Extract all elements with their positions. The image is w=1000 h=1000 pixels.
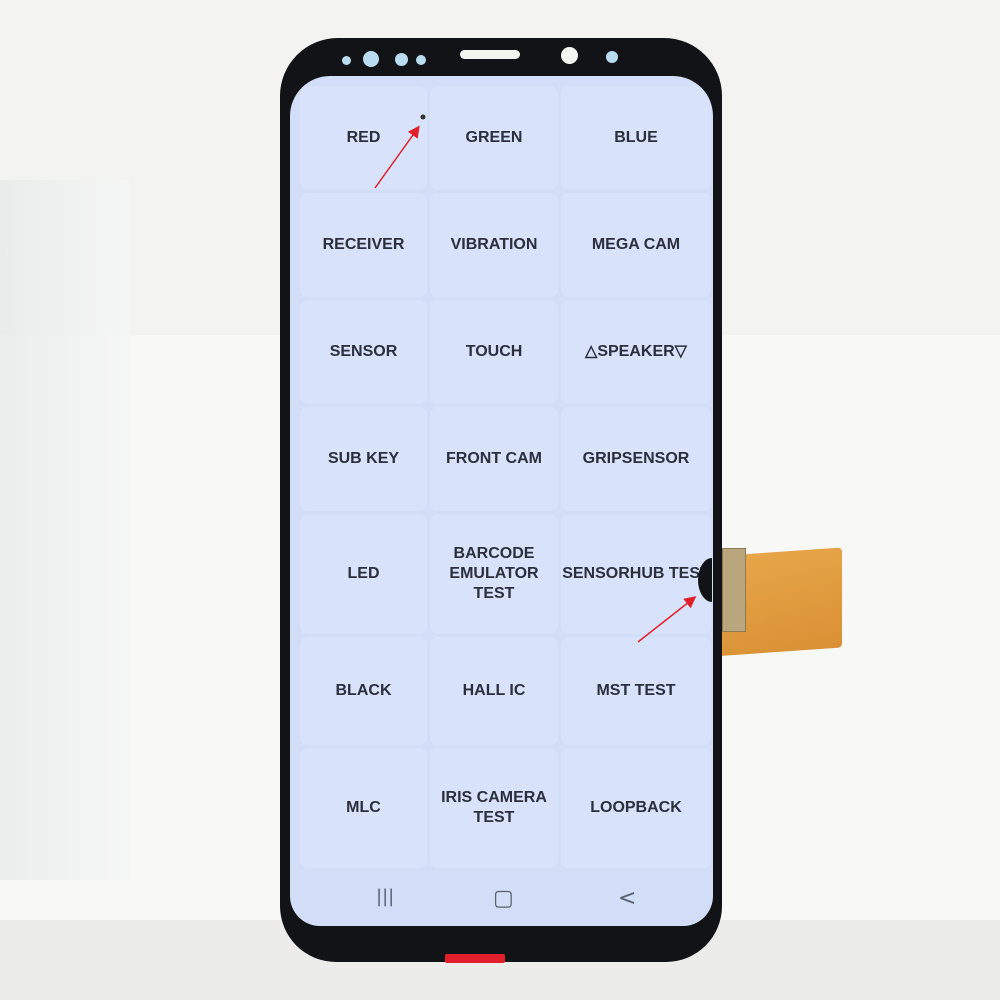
screen-edge-defect xyxy=(698,558,712,602)
dead-pixel xyxy=(420,114,426,120)
arrow-to-edge-defect xyxy=(637,596,697,643)
arrow-to-dead-pixel xyxy=(374,125,420,189)
annotation-arrows xyxy=(374,114,712,643)
